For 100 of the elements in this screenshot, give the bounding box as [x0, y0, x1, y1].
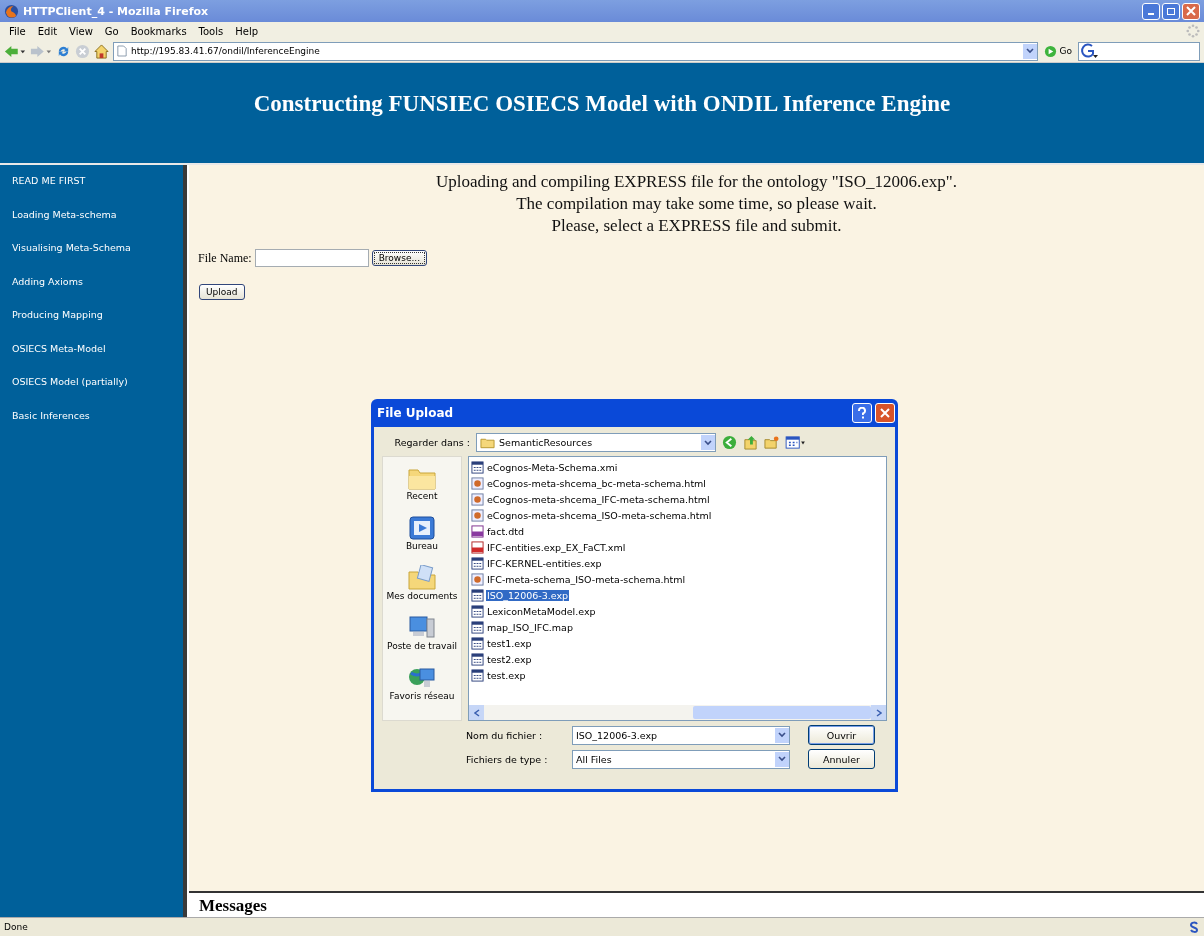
places-item[interactable]: Poste de travail	[387, 615, 457, 663]
page-title: Constructing FUNSIEC OSIECS Model with ONDIL Inference Engine	[253, 91, 951, 118]
places-item[interactable]: Mes documents	[386, 565, 458, 613]
file-icon	[471, 588, 484, 602]
web-page-icon	[471, 476, 484, 490]
file-name[interactable]: test1.exp	[486, 637, 533, 649]
intro-text: The compilation may take some time, so please wait.	[515, 193, 878, 215]
sidebar-link[interactable]: Loading Meta-schema	[12, 208, 183, 220]
close-icon	[1186, 6, 1196, 16]
file-icon	[471, 668, 484, 682]
restore-button[interactable]	[1162, 2, 1180, 20]
file-name[interactable]: map_ISO_IFC.map	[486, 621, 574, 633]
file-icon	[471, 556, 484, 570]
file-icon	[471, 604, 484, 618]
page-icon	[117, 45, 127, 57]
menu-item[interactable]: Tools	[193, 25, 229, 37]
file-name[interactable]: test.exp	[486, 669, 527, 681]
file-type-label: Fichiers de type :	[466, 753, 549, 765]
file-name[interactable]: IFC-meta-schema_ISO-meta-schema.html	[486, 573, 687, 585]
file-name-label: Nom du fichier :	[466, 729, 544, 741]
chevron-icon	[778, 732, 786, 738]
search-engine-icon	[1079, 43, 1099, 59]
menu-item[interactable]: View	[64, 25, 98, 37]
status-text: Done	[4, 922, 29, 932]
sidebar-link[interactable]: Producing Mapping	[12, 309, 183, 320]
file-name[interactable]: eCognos-Meta-Schema.xmi	[486, 461, 619, 473]
file-name-field[interactable]: ISO_12006-3.exp	[572, 725, 790, 745]
file-name[interactable]: fact.dtd	[486, 525, 525, 537]
file-name[interactable]: ISO_12006-3.exp	[486, 589, 570, 601]
play-icon	[1043, 44, 1057, 58]
open-button[interactable]: Ouvrir	[808, 725, 875, 745]
places-item[interactable]: Bureau	[405, 515, 439, 563]
menu-item[interactable]: Go	[99, 25, 124, 37]
file-name[interactable]: IFC-KERNEL-entities.exp	[486, 557, 603, 569]
view-menu-icon[interactable]	[785, 435, 806, 450]
help-icon	[857, 407, 867, 419]
look-in-label: Regarder dans :	[393, 437, 470, 448]
file-name-field[interactable]	[254, 249, 369, 267]
chevron-icon	[704, 439, 712, 446]
menu-item[interactable]: Bookmarks	[125, 25, 192, 37]
minimize-button[interactable]	[1142, 2, 1160, 20]
file-icon	[471, 620, 484, 634]
up-folder-icon[interactable]	[743, 435, 758, 450]
file-icon	[471, 524, 484, 538]
file-type-dropdown[interactable]: All Files	[572, 749, 790, 769]
messages-heading: Messages	[199, 896, 268, 915]
web-page-icon	[471, 508, 484, 522]
file-name[interactable]: eCognos-meta-shcema_ISO-meta-schema.html	[486, 509, 713, 521]
status-icon	[1188, 921, 1200, 933]
new-folder-icon[interactable]	[764, 435, 779, 450]
file-name[interactable]: eCognos-meta-shcema_IFC-meta-schema.html	[486, 493, 711, 505]
intro-text: Please, select a EXPRESS file and submit.	[550, 215, 843, 237]
dropdown-button[interactable]	[775, 727, 789, 743]
chevron-icon	[778, 756, 786, 762]
close-button[interactable]	[1182, 2, 1200, 20]
intro-text: Uploading and compiling EXPRESS file for the ontology "ISO_12006.exp".	[435, 171, 958, 193]
web-page-icon	[471, 572, 484, 586]
close-button[interactable]	[875, 403, 895, 423]
back-icon[interactable]	[722, 435, 737, 450]
desktop-icon	[407, 515, 437, 541]
globe-icon	[4, 3, 19, 19]
file-name[interactable]: IFC-entities.exp_EX_FaCT.xml	[486, 541, 627, 553]
scroll-right-icon[interactable]	[875, 708, 882, 717]
folder-icon	[480, 436, 495, 449]
dialog-title: File Upload	[377, 406, 455, 420]
chevron-icon	[1025, 48, 1034, 54]
file-name[interactable]: test2.exp	[486, 653, 533, 665]
menu-item[interactable]: Edit	[32, 25, 63, 37]
help-button[interactable]	[852, 403, 872, 423]
sidebar-link[interactable]: OSIECS Model (partially)	[12, 376, 183, 387]
sidebar-link[interactable]: Basic Inferences	[12, 409, 183, 421]
sidebar-link[interactable]: OSIECS Meta-Model	[12, 342, 183, 354]
dropdown-button[interactable]	[775, 751, 789, 767]
sidebar-link[interactable]: READ ME FIRST	[12, 175, 183, 186]
file-icon	[471, 460, 484, 474]
upload-button[interactable]: Upload	[199, 284, 245, 300]
scroll-left-icon[interactable]	[473, 708, 480, 717]
look-in-dropdown[interactable]: SemanticResources	[476, 433, 716, 452]
places-item[interactable]: Recent	[406, 465, 438, 513]
dropdown-button[interactable]	[701, 435, 715, 450]
go-button[interactable]: Go	[1041, 44, 1074, 58]
horizontal-scrollbar[interactable]	[469, 705, 886, 720]
throbber-icon	[1186, 24, 1200, 38]
search-field[interactable]	[1078, 41, 1200, 61]
address-field[interactable]: http://195.83.41.67/ondil/InferenceEngine	[113, 41, 1038, 61]
dropdown-button[interactable]	[1022, 43, 1037, 59]
menu-item[interactable]: Help	[230, 25, 264, 37]
cancel-button[interactable]: Annuler	[808, 749, 875, 769]
file-name-label: File Name:	[198, 250, 252, 266]
close-icon	[880, 408, 890, 418]
browse-button[interactable]: Browse...	[371, 250, 427, 266]
window-title: HTTPClient_4 - Mozilla Firefox	[23, 4, 210, 18]
file-icon	[471, 652, 484, 666]
sidebar-link[interactable]: Visualising Meta-Schema	[12, 242, 183, 253]
sidebar-link[interactable]: Adding Axioms	[12, 275, 183, 287]
home-icon[interactable]	[94, 43, 109, 59]
menu-item[interactable]: File	[4, 25, 31, 37]
places-item[interactable]: Favoris réseau	[389, 665, 455, 713]
file-name[interactable]: eCognos-meta-shcema_bc-meta-schema.html	[486, 477, 707, 489]
file-name[interactable]: LexiconMetaModel.exp	[486, 605, 597, 617]
